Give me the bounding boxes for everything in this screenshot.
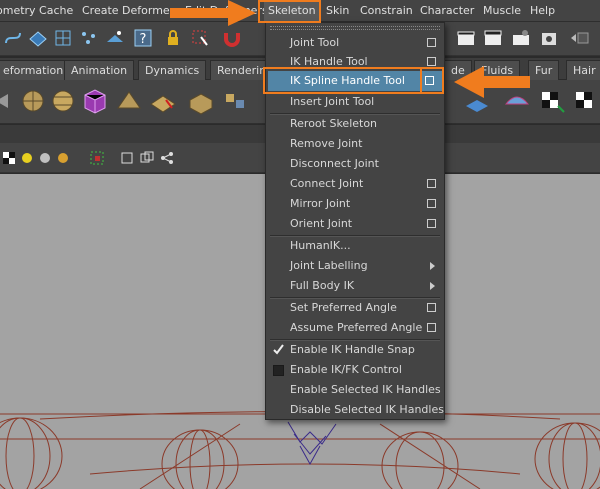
tab-dynamics[interactable]: Dynamics (138, 60, 207, 80)
svg-text:?: ? (140, 32, 147, 47)
menu-item-label: Set Preferred Angle (290, 301, 397, 314)
menu-muscle[interactable]: Muscle (483, 0, 521, 22)
menu-item-assume-preferred-angle[interactable]: Assume Preferred Angle (266, 318, 444, 338)
light-icon[interactable] (20, 151, 34, 165)
menu-item-joint-tool[interactable]: Joint Tool (266, 33, 444, 53)
vertex-snap-icon[interactable] (78, 27, 100, 49)
right-arrow-icon (170, 0, 256, 26)
checker-flag-2-icon[interactable] (570, 86, 600, 116)
submenu-arrow-icon (430, 262, 435, 270)
grid-snap-icon[interactable] (52, 27, 74, 49)
menu-item-enable-ik-handle-snap[interactable]: Enable IK Handle Snap (266, 340, 444, 360)
menu-help[interactable]: Help (530, 0, 555, 22)
input-field-icon[interactable] (568, 27, 590, 49)
plane-deformer-icon[interactable] (148, 86, 178, 116)
menu-item-joint-labelling[interactable]: Joint Labelling (266, 256, 444, 276)
wireframe-cube-icon[interactable] (120, 151, 134, 165)
menu-item-label: Joint Tool (290, 36, 340, 49)
option-box-icon[interactable] (427, 323, 436, 332)
render-clapper-icon[interactable] (455, 27, 477, 49)
left-arrow-icon (454, 66, 530, 98)
hypershade-icon[interactable] (538, 27, 560, 49)
help-icon[interactable]: ? (132, 27, 154, 49)
shadows-icon[interactable] (56, 151, 70, 165)
menu-item-label: Enable IK Handle Snap (290, 343, 415, 356)
menu-item-label: Enable IK/FK Control (290, 363, 402, 376)
share-icon[interactable] (160, 151, 174, 165)
view-plane-snap-icon[interactable] (104, 27, 126, 49)
menu-item-label: Disconnect Joint (290, 157, 379, 170)
curve-snap-icon[interactable] (2, 27, 24, 49)
menu-item-label: Assume Preferred Angle (290, 321, 423, 334)
menu-item-label: HumanIK... (290, 239, 351, 252)
unchecked-box-icon[interactable] (273, 365, 284, 376)
select-highlight-icon[interactable] (189, 27, 211, 49)
two-views-icon[interactable] (140, 151, 154, 165)
option-box-icon[interactable] (427, 219, 436, 228)
menu-constrain[interactable]: Constrain (360, 0, 413, 22)
sphere-lattice-icon[interactable] (18, 86, 48, 116)
menu-tear-off[interactable] (270, 26, 440, 30)
tab-fur[interactable]: Fur (528, 60, 560, 80)
menu-item-label: Orient Joint (290, 217, 353, 230)
menu-item-humanik[interactable]: HumanIK... (266, 236, 444, 256)
render-settings-icon[interactable] (510, 27, 532, 49)
menu-item-label: Reroot Skeleton (290, 117, 378, 130)
option-box-icon[interactable] (427, 57, 436, 66)
menu-skin[interactable]: Skin (326, 0, 349, 22)
surface-snap-icon[interactable] (27, 27, 49, 49)
lock-icon[interactable] (162, 27, 184, 49)
box-deformer-icon[interactable] (186, 86, 216, 116)
option-box-icon[interactable] (427, 199, 436, 208)
menu-item-connect-joint[interactable]: Connect Joint (266, 174, 444, 194)
menu-item-label: Full Body IK (290, 279, 355, 292)
menu-item-mirror-joint[interactable]: Mirror Joint (266, 194, 444, 214)
menu-item-label: Joint Labelling (290, 259, 368, 272)
magnet-icon[interactable] (221, 27, 243, 49)
menu-item-disable-selected-ik-handles[interactable]: Disable Selected IK Handles (266, 400, 444, 420)
sphere-wrap-icon[interactable] (48, 86, 78, 116)
menu-item-label: Insert Joint Tool (290, 95, 375, 108)
menu-geometry-cache[interactable]: ometry Cache (0, 0, 73, 22)
menu-item-orient-joint[interactable]: Orient Joint (266, 214, 444, 234)
option-box-icon[interactable] (427, 179, 436, 188)
menu-item-full-body-ik[interactable]: Full Body IK (266, 276, 444, 296)
checker-texture-icon[interactable] (2, 151, 16, 165)
option-box-icon[interactable] (427, 38, 436, 47)
menu-item-reroot-skeleton[interactable]: Reroot Skeleton (266, 114, 444, 134)
checkmark-icon[interactable] (273, 344, 284, 355)
menu-item-label: Remove Joint (290, 137, 363, 150)
cluster-tiles-icon[interactable] (222, 86, 252, 116)
tab-animation[interactable]: Animation (64, 60, 135, 80)
checker-flag-icon[interactable] (536, 86, 566, 116)
purple-cube-icon[interactable] (80, 86, 110, 116)
option-box-annotation-box (420, 67, 444, 94)
pyramid-deformer-icon[interactable] (114, 86, 144, 116)
option-box-icon[interactable] (427, 303, 436, 312)
menu-character[interactable]: Character (420, 0, 474, 22)
menu-item-disconnect-joint[interactable]: Disconnect Joint (266, 154, 444, 174)
skeleton-menu-annotation-box (258, 0, 321, 23)
menu-item-enable-ik-fk-control[interactable]: Enable IK/FK Control (266, 360, 444, 380)
menu-item-label: Enable Selected IK Handles (290, 383, 441, 396)
menu-item-insert-joint-tool[interactable]: Insert Joint Tool (266, 92, 444, 112)
ipr-render-icon[interactable] (482, 27, 504, 49)
menu-item-label: Mirror Joint (290, 197, 351, 210)
menu-item-set-preferred-angle[interactable]: Set Preferred Angle (266, 298, 444, 318)
ik-spline-annotation-box (263, 67, 444, 94)
menu-item-remove-joint[interactable]: Remove Joint (266, 134, 444, 154)
menu-create-deformers[interactable]: Create Deformers (82, 0, 180, 22)
tab-hair[interactable]: Hair (566, 60, 600, 80)
menu-item-enable-selected-ik-handles[interactable]: Enable Selected IK Handles (266, 380, 444, 400)
all-lights-icon[interactable] (38, 151, 52, 165)
menu-item-label: Connect Joint (290, 177, 364, 190)
menu-item-label: Disable Selected IK Handles (290, 403, 444, 416)
tab-deformation[interactable]: eformation (0, 60, 71, 80)
submenu-arrow-icon (430, 282, 435, 290)
isolate-select-icon[interactable] (90, 151, 104, 165)
